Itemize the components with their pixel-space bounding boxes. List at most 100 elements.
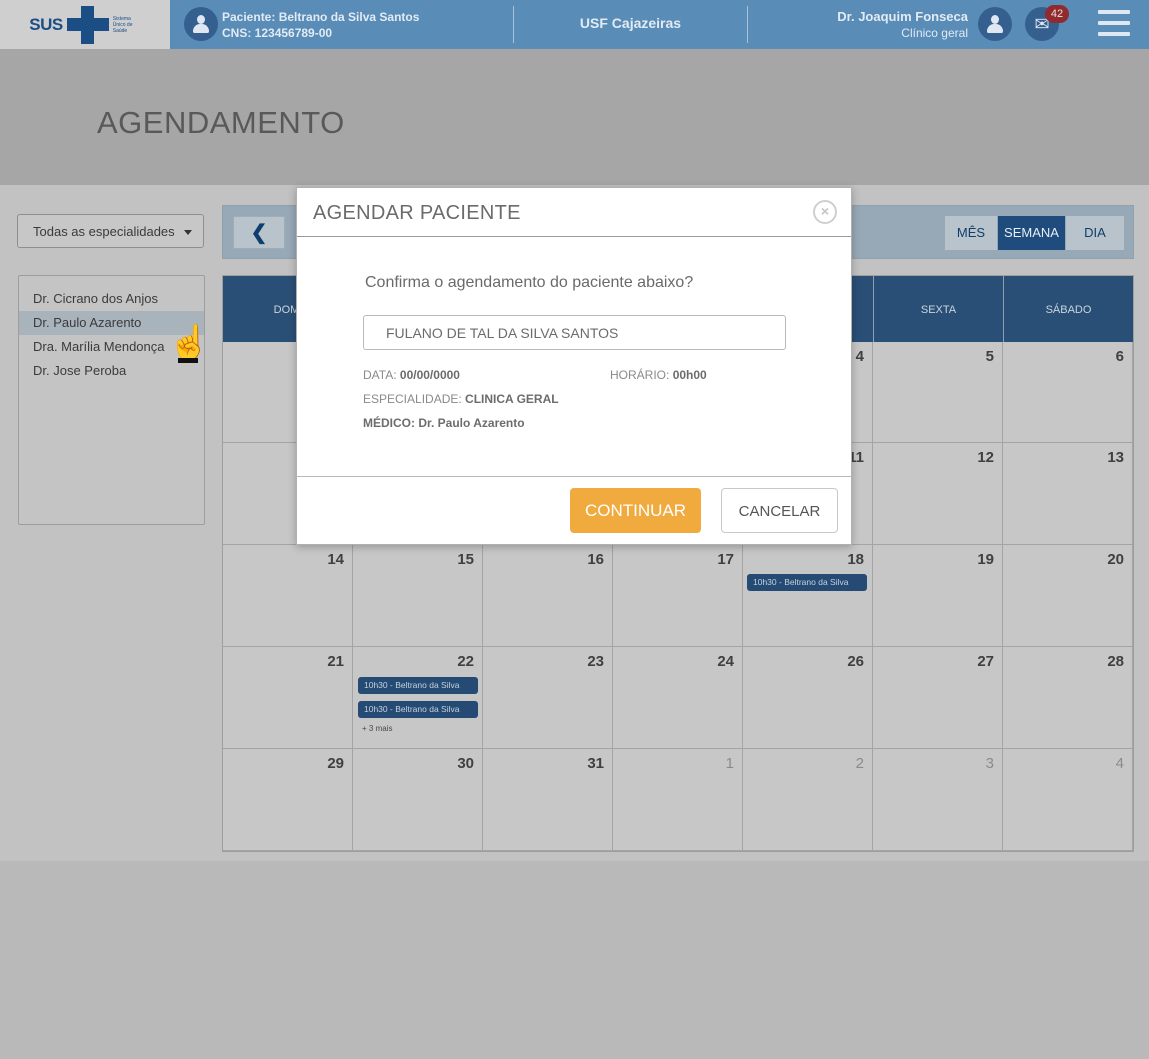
day-number: 6 xyxy=(1115,348,1124,365)
calendar-event[interactable]: 10h30 - Beltrano da Silva xyxy=(358,677,478,694)
time-value: 00h00 xyxy=(672,368,707,382)
day-number: 4 xyxy=(1115,755,1124,772)
more-events-link[interactable]: + 3 mais xyxy=(362,724,392,733)
day-number: 30 xyxy=(457,755,474,772)
calendar-day-cell[interactable]: 21 xyxy=(223,647,353,749)
calendar-day-cell[interactable]: 17 xyxy=(613,545,743,647)
calendar-day-cell[interactable]: 16 xyxy=(483,545,613,647)
view-week-button[interactable]: SEMANA xyxy=(998,216,1065,250)
date-info: DATA: 00/00/0000 xyxy=(363,368,460,382)
doctor-name: Dr. Joaquim Fonseca xyxy=(837,9,968,24)
mail-count-badge: 42 xyxy=(1045,5,1069,23)
day-number: 2 xyxy=(855,755,864,772)
day-number: 23 xyxy=(587,653,604,670)
calendar-day-cell[interactable]: 3 xyxy=(873,749,1003,851)
clinic-name[interactable]: USF Cajazeiras xyxy=(514,15,747,31)
calendar-day-cell[interactable]: 6 xyxy=(1003,342,1133,443)
calendar-day-cell[interactable]: 13 xyxy=(1003,443,1133,545)
calendar-day-cell[interactable]: 18 xyxy=(743,545,873,647)
calendar-day-cell[interactable]: 28 xyxy=(1003,647,1133,749)
calendar-day-cell[interactable]: 31 xyxy=(483,749,613,851)
time-info: HORÁRIO: 00h00 xyxy=(610,368,707,382)
specialty-info: ESPECIALIDADE: CLINICA GERAL xyxy=(363,392,559,406)
logo-text: SUS xyxy=(29,14,63,34)
page-title: AGENDAMENTO xyxy=(97,105,345,140)
logo-subtitle: Sistema Único de Saúde xyxy=(112,15,133,34)
day-number: 27 xyxy=(977,653,994,670)
calendar-day-cell[interactable]: 1 xyxy=(613,749,743,851)
specialty-dropdown[interactable]: Todas as especialidades xyxy=(17,214,204,248)
weekday-header: SEXTA xyxy=(873,276,1003,342)
day-number: 20 xyxy=(1107,551,1124,568)
calendar-day-cell[interactable]: 5 xyxy=(873,342,1003,443)
close-icon[interactable]: × xyxy=(813,200,837,224)
doctor-list: Dr. Cicrano dos Anjos Dr. Paulo Azarento… xyxy=(18,275,205,525)
date-label: DATA: xyxy=(363,368,397,382)
calendar-day-cell[interactable]: 12 xyxy=(873,443,1003,545)
day-number: 21 xyxy=(327,653,344,670)
doctor-role: Clínico geral xyxy=(901,26,968,40)
calendar-day-cell[interactable]: 23 xyxy=(483,647,613,749)
calendar-event[interactable]: 10h30 - Beltrano da Silva xyxy=(747,574,867,591)
caret-down-icon xyxy=(184,230,192,235)
cross-icon xyxy=(66,5,109,44)
patient-cns: CNS: 123456789-00 xyxy=(222,26,333,40)
calendar-day-cell[interactable]: 19 xyxy=(873,545,1003,647)
time-label: HORÁRIO: xyxy=(610,368,670,382)
calendar-day-cell[interactable]: 2 xyxy=(743,749,873,851)
patient-info: Paciente: Beltrano da Silva Santos CNS: … xyxy=(222,9,419,41)
specialty-label: ESPECIALIDADE: xyxy=(363,392,462,406)
calendar-event[interactable]: 10h30 - Beltrano da Silva xyxy=(358,701,478,718)
specialty-value: CLINICA GERAL xyxy=(465,392,559,406)
calendar-day-cell[interactable]: 14 xyxy=(223,545,353,647)
weekday-header: SÁBADO xyxy=(1003,276,1133,342)
day-number: 19 xyxy=(977,551,994,568)
view-day-button[interactable]: DIA xyxy=(1066,216,1124,250)
calendar-day-cell[interactable]: 15 xyxy=(353,545,483,647)
calendar-day-cell[interactable]: 26 xyxy=(743,647,873,749)
day-number: 16 xyxy=(587,551,604,568)
day-number: 12 xyxy=(977,449,994,466)
cancel-button[interactable]: CANCELAR xyxy=(721,488,838,533)
calendar-day-cell[interactable]: 20 xyxy=(1003,545,1133,647)
continue-button[interactable]: CONTINUAR xyxy=(570,488,701,533)
calendar-day-cell[interactable]: 29 xyxy=(223,749,353,851)
day-number: 18 xyxy=(847,551,864,568)
calendar-day-cell[interactable]: 30 xyxy=(353,749,483,851)
modal-footer-divider xyxy=(297,476,851,477)
doctor-info-line: MÉDICO: Dr. Paulo Azarento xyxy=(363,416,525,430)
schedule-modal: AGENDAR PACIENTE × Confirma o agendament… xyxy=(296,187,852,545)
hamburger-menu-icon[interactable] xyxy=(1098,10,1130,36)
day-number: 14 xyxy=(327,551,344,568)
doctor-list-item[interactable]: Dr. Cicrano dos Anjos xyxy=(19,287,204,311)
doctor-info: Dr. Joaquim Fonseca Clínico geral xyxy=(837,9,968,41)
modal-question: Confirma o agendamento do paciente abaix… xyxy=(365,274,694,291)
calendar-day-cell[interactable]: 27 xyxy=(873,647,1003,749)
day-number: 24 xyxy=(717,653,734,670)
calendar-day-cell[interactable]: 4 xyxy=(1003,749,1133,851)
day-number: 5 xyxy=(985,348,994,365)
header-divider xyxy=(747,6,748,43)
date-value: 00/00/0000 xyxy=(399,368,460,382)
day-number: 26 xyxy=(847,653,864,670)
calendar-day-cell[interactable]: 22 xyxy=(353,647,483,749)
day-number: 4 xyxy=(855,348,864,365)
calendar-day-cell[interactable]: 24 xyxy=(613,647,743,749)
day-number: 31 xyxy=(587,755,604,772)
modal-divider xyxy=(297,236,851,237)
view-month-button[interactable]: MÊS xyxy=(945,216,997,250)
sus-logo[interactable]: SUS Sistema Único de Saúde xyxy=(0,0,170,49)
day-number: 1 xyxy=(725,755,734,772)
prev-arrow-icon[interactable]: ❮ xyxy=(233,216,285,249)
day-number: 15 xyxy=(457,551,474,568)
day-number: 22 xyxy=(457,653,474,670)
day-number: 28 xyxy=(1107,653,1124,670)
day-number: 3 xyxy=(985,755,994,772)
modal-title: AGENDAR PACIENTE xyxy=(313,202,521,224)
specialty-dropdown-value: Todas as especialidades xyxy=(33,224,175,239)
patient-avatar-icon[interactable] xyxy=(184,7,218,41)
doctor-value: MÉDICO: Dr. Paulo Azarento xyxy=(363,416,525,430)
day-number: 17 xyxy=(717,551,734,568)
user-avatar-icon[interactable] xyxy=(978,7,1012,41)
patient-name-field[interactable] xyxy=(363,315,786,350)
